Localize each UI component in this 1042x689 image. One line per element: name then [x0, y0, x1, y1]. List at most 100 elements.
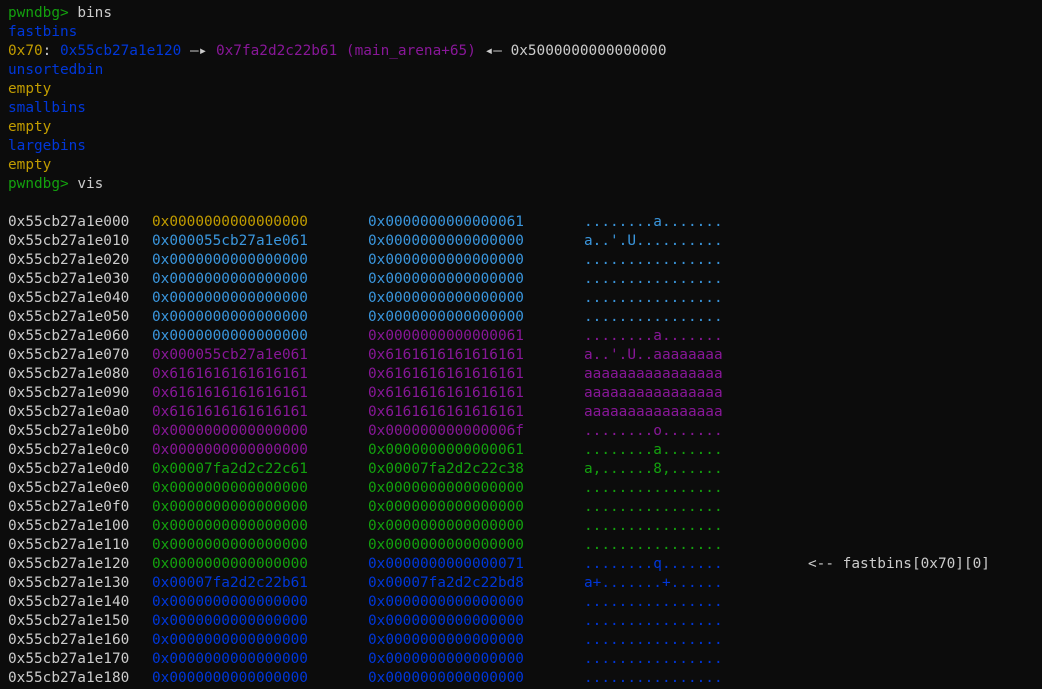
heap-qword-1: 0x0000000000000000 [152, 518, 308, 534]
unsortedbin-value: empty [8, 81, 52, 97]
heap-row: 0x55cb27a1e050 0x0000000000000000 0x000000… [8, 308, 1038, 327]
fastbin-size: 0x70 [8, 43, 43, 59]
largebins-value: empty [8, 157, 52, 173]
heap-ascii: ................ [584, 632, 723, 648]
command-line-vis: pwndbg> vis [8, 175, 1038, 194]
fastbin-target: 0x7fa2d2c22b61 (main_arena+65) [215, 43, 476, 59]
heap-address: 0x55cb27a1e060 [8, 328, 130, 344]
heap-row: 0x55cb27a1e000 0x0000000000000000 0x000000… [8, 213, 1038, 232]
heap-qword-1: 0x6161616161616161 [152, 385, 308, 401]
heap-row: 0x55cb27a1e110 0x0000000000000000 0x000000… [8, 536, 1038, 555]
heap-qword-2: 0x00007fa2d2c22bd8 [368, 575, 524, 591]
heap-qword-1: 0x000055cb27a1e061 [152, 347, 308, 363]
unsortedbin-label: unsortedbin [8, 62, 104, 78]
heap-qword-1: 0x00007fa2d2c22b61 [152, 575, 308, 591]
heap-qword-2: 0x0000000000000000 [368, 670, 524, 686]
heap-qword-2: 0x0000000000000000 [368, 537, 524, 553]
heap-ascii: a+.......+...... [584, 575, 723, 591]
heap-qword-2: 0x0000000000000071 [368, 556, 524, 572]
heap-address: 0x55cb27a1e000 [8, 214, 130, 230]
heap-qword-2: 0x0000000000000000 [368, 271, 524, 287]
heap-qword-2: 0x0000000000000061 [368, 328, 524, 344]
heap-row: 0x55cb27a1e0e0 0x0000000000000000 0x000000… [8, 479, 1038, 498]
heap-row: 0x55cb27a1e030 0x0000000000000000 0x000000… [8, 270, 1038, 289]
heap-row: 0x55cb27a1e150 0x0000000000000000 0x000000… [8, 612, 1038, 631]
command-line-bins: pwndbg> bins [8, 4, 1038, 23]
heap-qword-1: 0x0000000000000000 [152, 290, 308, 306]
heap-qword-1: 0x000055cb27a1e061 [152, 233, 308, 249]
heap-row: 0x55cb27a1e010 0x000055cb27a1e061 0x000000… [8, 232, 1038, 251]
heap-ascii: a..'.U.......... [584, 233, 723, 249]
heap-row: 0x55cb27a1e080 0x6161616161616161 0x616161… [8, 365, 1038, 384]
heap-qword-1: 0x0000000000000000 [152, 271, 308, 287]
heap-qword-1: 0x0000000000000000 [152, 613, 308, 629]
heap-qword-1: 0x0000000000000000 [152, 309, 308, 325]
heap-row: 0x55cb27a1e120 0x0000000000000000 0x000000… [8, 555, 1038, 574]
heap-row: 0x55cb27a1e140 0x0000000000000000 0x000000… [8, 593, 1038, 612]
heap-ascii: ........a....... [584, 442, 723, 458]
heap-address: 0x55cb27a1e020 [8, 252, 130, 268]
arrow-icon: —▸ [189, 43, 208, 59]
heap-address: 0x55cb27a1e150 [8, 613, 130, 629]
heap-qword-1: 0x0000000000000000 [152, 556, 308, 572]
heap-ascii: aaaaaaaaaaaaaaaa [584, 385, 723, 401]
heap-row: 0x55cb27a1e060 0x0000000000000000 0x000000… [8, 327, 1038, 346]
heap-row: 0x55cb27a1e100 0x0000000000000000 0x000000… [8, 517, 1038, 536]
heap-qword-1: 0x0000000000000000 [152, 423, 308, 439]
heap-ascii: a,......8,...... [584, 461, 723, 477]
heap-qword-1: 0x0000000000000000 [152, 632, 308, 648]
heap-ascii: ................ [584, 290, 723, 306]
heap-qword-2: 0x0000000000000000 [368, 613, 524, 629]
heap-qword-1: 0x0000000000000000 [152, 214, 308, 230]
heap-qword-2: 0x000000000000006f [368, 423, 524, 439]
heap-address: 0x55cb27a1e110 [8, 537, 130, 553]
heap-qword-1: 0x0000000000000000 [152, 328, 308, 344]
heap-address: 0x55cb27a1e180 [8, 670, 130, 686]
heap-address: 0x55cb27a1e170 [8, 651, 130, 667]
heap-qword-1: 0x00007fa2d2c22c61 [152, 461, 308, 477]
command-text: vis [77, 176, 104, 192]
heap-qword-2: 0x0000000000000000 [368, 309, 524, 325]
heap-ascii: ................ [584, 309, 723, 325]
heap-ascii: ................ [584, 651, 723, 667]
heap-annotation: <-- fastbins[0x70][0] [808, 556, 990, 572]
heap-qword-2: 0x6161616161616161 [368, 366, 524, 382]
heap-qword-2: 0x6161616161616161 [368, 347, 524, 363]
heap-qword-1: 0x0000000000000000 [152, 594, 308, 610]
heap-address: 0x55cb27a1e090 [8, 385, 130, 401]
heap-qword-2: 0x0000000000000000 [368, 499, 524, 515]
heap-ascii: aaaaaaaaaaaaaaaa [584, 366, 723, 382]
heap-address: 0x55cb27a1e040 [8, 290, 130, 306]
heap-qword-2: 0x6161616161616161 [368, 404, 524, 420]
heap-ascii: aaaaaaaaaaaaaaaa [584, 404, 723, 420]
heap-address: 0x55cb27a1e070 [8, 347, 130, 363]
heap-qword-1: 0x0000000000000000 [152, 670, 308, 686]
heap-address: 0x55cb27a1e030 [8, 271, 130, 287]
heap-address: 0x55cb27a1e050 [8, 309, 130, 325]
largebins-label: largebins [8, 138, 86, 154]
heap-ascii: ................ [584, 271, 723, 287]
heap-address: 0x55cb27a1e080 [8, 366, 130, 382]
heap-address: 0x55cb27a1e0f0 [8, 499, 130, 515]
smallbins-label: smallbins [8, 100, 86, 116]
heap-ascii: ................ [584, 499, 723, 515]
heap-qword-1: 0x0000000000000000 [152, 252, 308, 268]
terminal-window[interactable]: pwndbg> bins fastbins 0x70: 0x55cb27a1e1… [8, 4, 1038, 688]
heap-ascii: ........a....... [584, 214, 723, 230]
heap-ascii: ................ [584, 252, 723, 268]
heap-qword-1: 0x0000000000000000 [152, 480, 308, 496]
fastbin-entry: 0x70: 0x55cb27a1e120 —▸ 0x7fa2d2c22b61 (… [8, 43, 667, 59]
heap-address: 0x55cb27a1e010 [8, 233, 130, 249]
heap-ascii: ................ [584, 670, 723, 686]
heap-ascii: ........a....... [584, 328, 723, 344]
heap-row: 0x55cb27a1e180 0x0000000000000000 0x000000… [8, 669, 1038, 688]
back-arrow-icon: ◂— [484, 43, 502, 59]
heap-address: 0x55cb27a1e0b0 [8, 423, 130, 439]
heap-qword-1: 0x6161616161616161 [152, 404, 308, 420]
heap-address: 0x55cb27a1e0a0 [8, 404, 130, 420]
heap-ascii: ........q....... [584, 556, 723, 572]
heap-row: 0x55cb27a1e040 0x0000000000000000 0x000000… [8, 289, 1038, 308]
heap-ascii: ................ [584, 518, 723, 534]
heap-qword-2: 0x0000000000000000 [368, 651, 524, 667]
